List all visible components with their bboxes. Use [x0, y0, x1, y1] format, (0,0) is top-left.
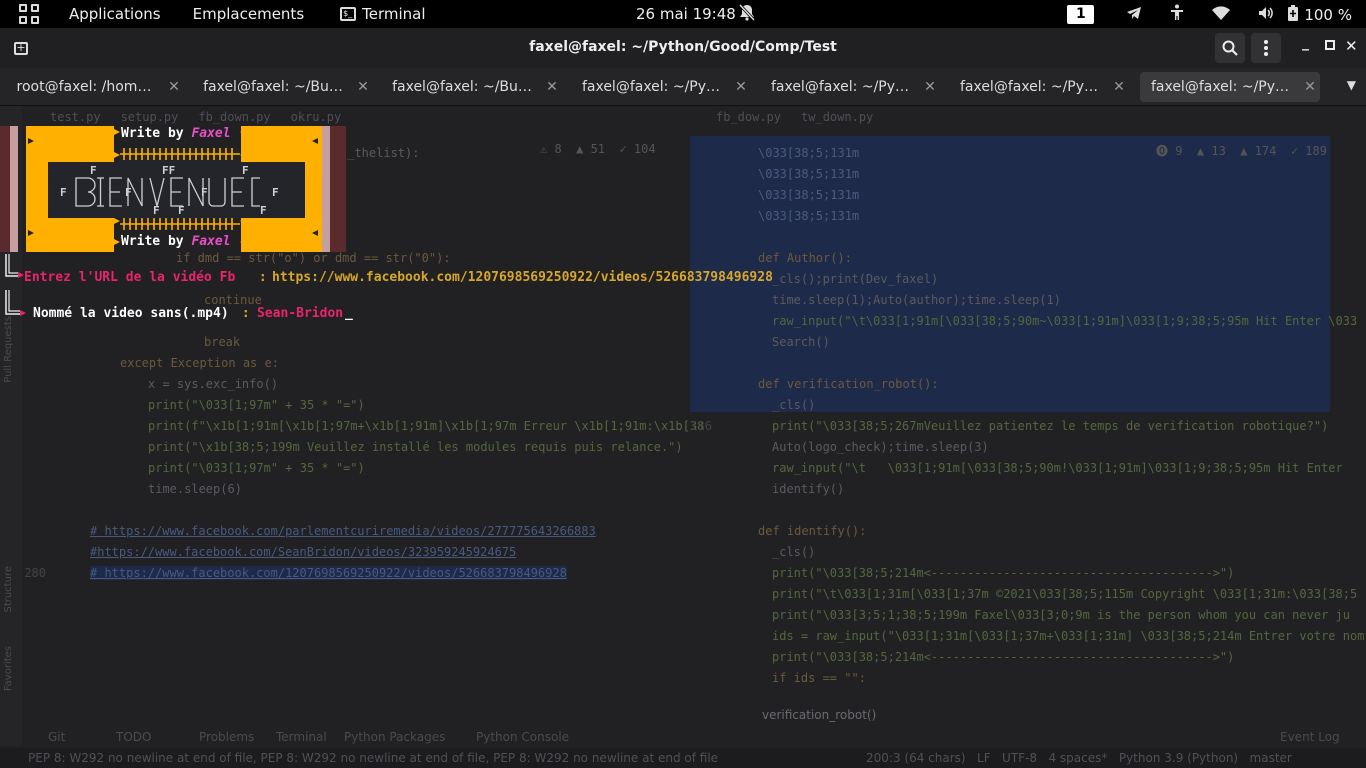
- activities-grid-icon[interactable]: [19, 4, 39, 24]
- tab-label: faxel@faxel: ~/Bu…: [392, 79, 532, 95]
- maximize-button[interactable]: [1325, 38, 1335, 54]
- credit-text: Write by: [121, 234, 192, 249]
- svg-text:FF: FF: [162, 164, 175, 177]
- text-cursor: _: [345, 306, 353, 321]
- battery-percentage: 100 %: [1304, 5, 1352, 24]
- volume-icon[interactable]: [1258, 6, 1274, 24]
- credit-author: Faxel: [191, 234, 231, 249]
- svg-text:F: F: [242, 164, 249, 177]
- terminal-tab[interactable]: faxel@faxel: ~/Py… ✕: [571, 72, 751, 102]
- telegram-icon[interactable]: [1126, 6, 1142, 24]
- svg-text:F: F: [90, 164, 97, 177]
- terminal-tab[interactable]: faxel@faxel: ~/Bu… ✕: [382, 72, 562, 102]
- tab-label: root@faxel: /hom…: [16, 79, 152, 95]
- terminal-app-label: Terminal: [362, 5, 426, 23]
- search-icon: [1222, 40, 1238, 56]
- credit-author: Faxel: [191, 126, 231, 141]
- svg-text:F: F: [60, 186, 67, 199]
- accessibility-icon[interactable]: [1170, 4, 1184, 25]
- tab-label: faxel@faxel: ~/Py…: [770, 79, 910, 95]
- menu-button[interactable]: [1251, 33, 1281, 63]
- close-window-button[interactable]: ✕: [1345, 37, 1358, 55]
- svg-text:F: F: [125, 186, 132, 199]
- terminal-icon: $_: [340, 7, 357, 21]
- terminal-tab[interactable]: faxel@faxel: ~/Py… ✕: [949, 72, 1129, 102]
- close-tab-icon[interactable]: ✕: [1109, 79, 1129, 95]
- svg-text:F: F: [178, 204, 185, 217]
- credit-text: Write by: [121, 126, 192, 141]
- close-tab-icon[interactable]: ✕: [920, 79, 940, 95]
- terminal-tab-bar: root@faxel: /hom… ✕ faxel@faxel: ~/Bu… ✕ f…: [0, 68, 1366, 106]
- top-bar: Applications Emplacements $_ Terminal 26…: [0, 0, 1366, 28]
- bell-off-icon: [738, 3, 756, 25]
- close-tab-icon[interactable]: ✕: [1300, 79, 1320, 95]
- terminal-tab[interactable]: faxel@faxel: ~/Py… ✕: [760, 72, 940, 102]
- url-prompt-sep: :: [251, 270, 275, 285]
- terminal-tab-active[interactable]: faxel@faxel: ~/Py… ✕: [1140, 72, 1320, 102]
- svg-text:F: F: [201, 186, 208, 199]
- tab-label: faxel@faxel: ~/Py…: [959, 79, 1099, 95]
- close-tab-icon[interactable]: ✕: [353, 79, 373, 95]
- maximize-icon: [1325, 40, 1335, 50]
- terminal-tab[interactable]: root@faxel: /hom… ✕: [4, 72, 184, 102]
- applications-menu[interactable]: Applications: [69, 5, 161, 23]
- terminal-app-menu[interactable]: $_ Terminal: [340, 5, 426, 23]
- battery-icon[interactable]: [1288, 4, 1299, 25]
- name-prompt-label: Nommé la video sans(.mp4): [33, 306, 229, 321]
- minimize-button[interactable]: _: [1302, 35, 1309, 51]
- clock[interactable]: 26 mai 19:48: [636, 5, 736, 23]
- svg-text:F: F: [272, 186, 279, 199]
- url-prompt-label: Entrez l'URL de la vidéo Fb: [24, 270, 236, 285]
- workspace-indicator[interactable]: 1: [1067, 5, 1095, 24]
- banner-credit: Write by Faxel: [121, 234, 231, 249]
- name-prompt-sep: :: [234, 306, 258, 321]
- close-tab-icon[interactable]: ✕: [164, 79, 184, 95]
- tabs-dropdown-icon[interactable]: ▼: [1347, 78, 1356, 92]
- places-menu[interactable]: Emplacements: [193, 5, 305, 23]
- prompt-bracket-icon: [5, 254, 24, 278]
- close-tab-icon[interactable]: ✕: [542, 79, 562, 95]
- tab-label: faxel@faxel: ~/Bu…: [203, 79, 343, 95]
- tab-label: faxel@faxel: ~/Py…: [1150, 79, 1290, 95]
- terminal-output[interactable]: F FF F FFFF FFF Write by Faxel Write by Fa…: [0, 106, 1366, 768]
- svg-text:F: F: [153, 204, 160, 217]
- prompt-bracket-icon: [5, 290, 26, 316]
- url-value[interactable]: https://www.facebook.com/120769856925092…: [272, 270, 773, 285]
- window-titlebar[interactable]: + faxel@faxel: ~/Python/Good/Comp/Test _…: [0, 28, 1366, 68]
- tab-label: faxel@faxel: ~/Py…: [581, 79, 721, 95]
- window-title: faxel@faxel: ~/Python/Good/Comp/Test: [529, 39, 837, 55]
- search-button[interactable]: [1215, 33, 1245, 63]
- banner-credit: Write by Faxel: [121, 126, 231, 141]
- svg-text:F: F: [260, 204, 267, 217]
- name-value-input[interactable]: Sean-Bridon: [257, 306, 343, 321]
- close-tab-icon[interactable]: ✕: [731, 79, 751, 95]
- kebab-menu-icon: [1264, 40, 1268, 56]
- terminal-tab[interactable]: faxel@faxel: ~/Bu… ✕: [193, 72, 373, 102]
- wifi-icon[interactable]: [1212, 5, 1231, 24]
